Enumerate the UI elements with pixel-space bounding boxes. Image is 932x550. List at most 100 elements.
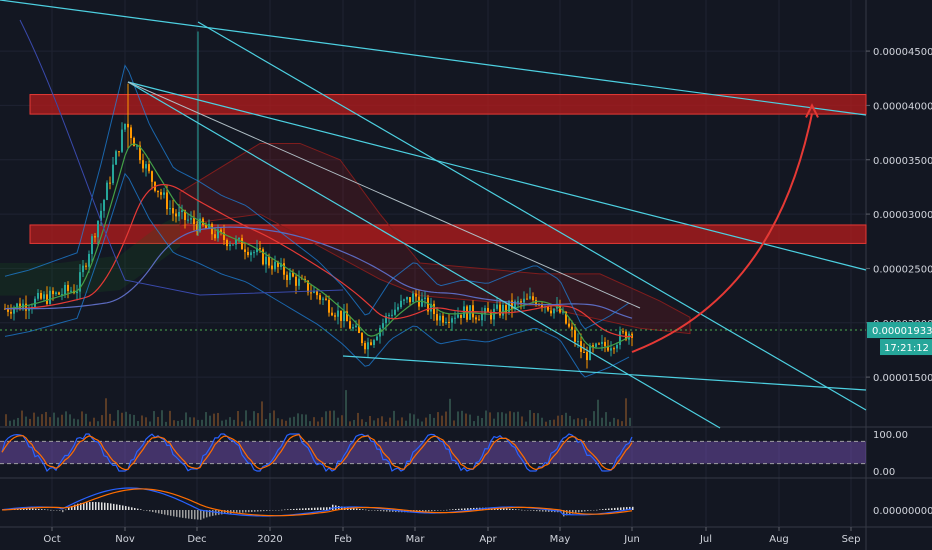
candle-body [343,311,345,321]
macd-hist-bar [326,507,328,510]
candle-body [268,256,270,266]
candle-body [370,342,372,345]
candle-body [517,301,519,303]
volume-bar [385,421,387,426]
volume-bar [341,415,343,426]
macd-hist-bar [446,509,448,511]
macd-hist-bar [455,509,457,510]
volume-bar [61,414,63,426]
candle-body [574,329,576,342]
candle-body [601,341,603,344]
macd-hist-bar [98,502,100,510]
volume-bar [461,410,463,426]
candle-body [352,327,354,329]
volume-bar [421,421,423,426]
candle-body [40,293,42,299]
volume-bar [345,390,347,426]
macd-hist-bar [323,507,325,510]
macd-hist-bar [149,510,151,512]
volume-bar [29,418,31,426]
volume-bar [181,420,183,426]
volume-bar [581,419,583,426]
volume-bar [525,421,527,426]
candle-body [10,311,12,314]
candle-body [310,292,312,294]
volume-bar [269,413,271,426]
candle-body [55,292,57,295]
candle-body [529,296,531,299]
macd-hist-bar [524,510,526,511]
volume-bar [153,411,155,426]
price-tick-label: 0.00002500 [873,264,932,275]
volume-bar [509,411,511,426]
volume-bar [325,411,327,426]
volume-bar [389,417,391,426]
volume-bar [485,410,487,426]
macd-hist-bar [440,510,442,511]
macd-hist-bar [521,509,523,511]
price-tick-label: 0.00003500 [873,156,932,167]
macd-hist-bar [599,509,601,510]
candle-body [526,298,528,300]
macd-hist-bar [362,509,364,510]
volume-bar [193,417,195,426]
candle-body [421,298,423,307]
volume-bar [105,398,107,426]
macd-hist-bar [251,510,253,512]
macd-hist-bar [515,509,517,510]
candle-body [25,303,27,311]
volume-bar [533,412,535,426]
candle-body [349,321,351,329]
volume-bar [529,410,531,426]
macd-tick-label: 0.00000000 [873,506,932,517]
candle-body [523,298,525,303]
volume-bar [513,412,515,426]
macd-hist-bar [320,507,322,510]
volume-bar [329,410,331,426]
macd-hist-bar [92,501,94,510]
macd-hist-bar [434,510,436,511]
candle-body [58,292,60,295]
volume-bar [161,410,163,426]
candle-body [394,309,396,315]
candle-body [130,127,132,139]
macd-hist-bar [158,510,160,514]
candle-body [478,319,480,321]
candle-body [295,276,297,286]
volume-bar [413,414,415,426]
macd-hist-bar [194,510,196,520]
macd-hist-bar [176,510,178,517]
candle-body [442,315,444,323]
candle-body [187,219,189,221]
volume-bar [229,417,231,426]
volume-bar [213,413,215,426]
volume-bar [393,410,395,426]
macd-hist-bar [122,505,124,510]
volume-bar [545,421,547,426]
volume-bar [149,421,151,426]
volume-bar [89,421,91,426]
volume-bar [221,420,223,426]
candle-body [604,341,606,347]
candle-body [577,341,579,343]
volume-bar [561,415,563,426]
candle-body [331,312,333,316]
macd-hist-bar [143,510,145,511]
volume-bar [585,417,587,426]
candle-body [610,348,612,351]
candle-body [247,251,249,256]
macd-hist-bar [242,510,244,513]
macd-hist-bar [458,508,460,510]
volume-bar [173,420,175,426]
macd-hist-bar [509,508,511,510]
candle-body [169,208,171,210]
time-tick-label: Apr [479,534,497,545]
candle-body [553,308,555,314]
volume-bar [277,418,279,426]
volume-bar [297,413,299,426]
candle-body [403,299,405,301]
candle-body [613,348,615,350]
time-tick-label: Feb [334,534,352,545]
volume-bar [473,421,475,426]
candle-body [391,314,393,316]
